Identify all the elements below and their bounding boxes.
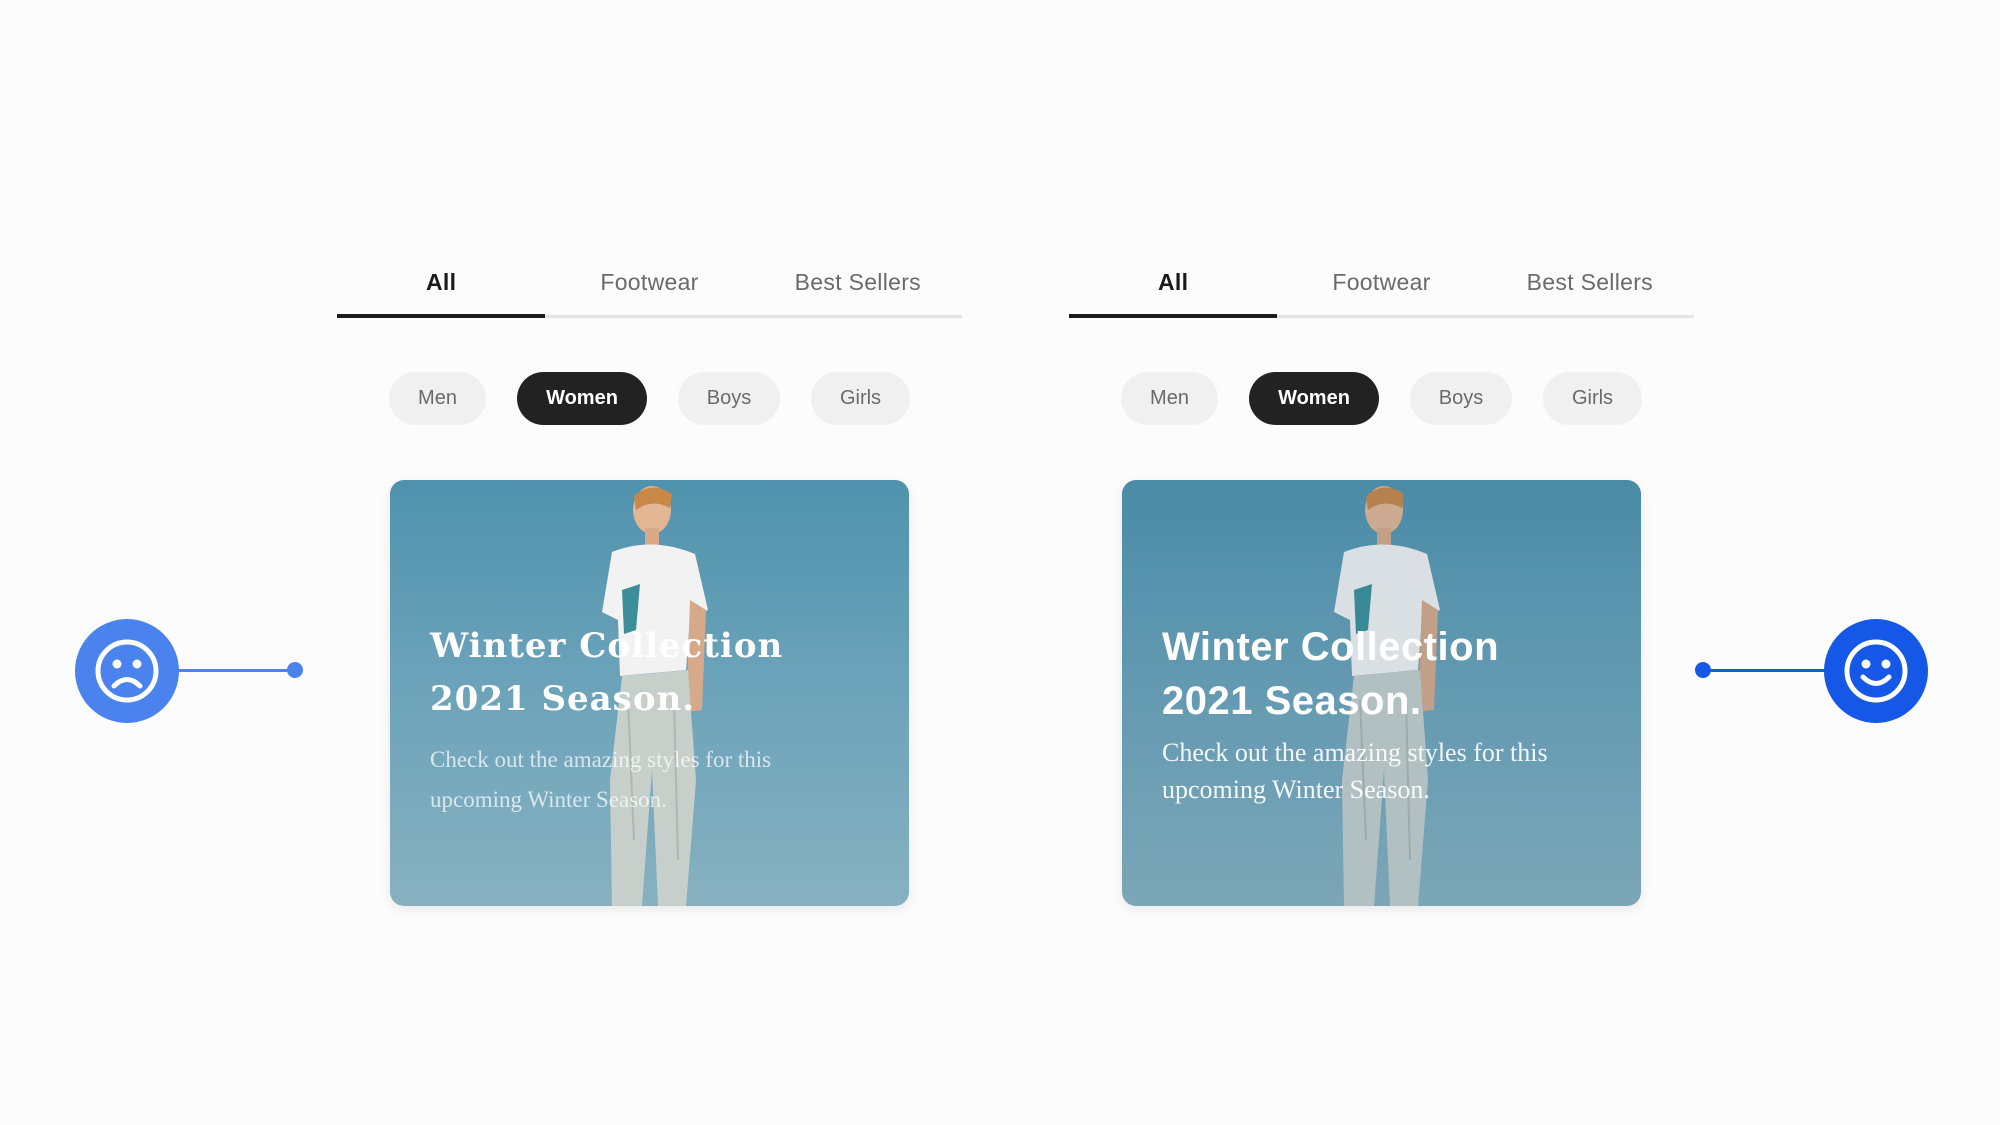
left-panel: All Footwear Best Sellers Men Women Boys… bbox=[337, 250, 962, 906]
tab-footwear[interactable]: Footwear bbox=[545, 250, 753, 315]
connector-line bbox=[175, 669, 295, 672]
chip-boys[interactable]: Boys bbox=[1410, 372, 1512, 425]
promo-card[interactable]: Winter Collection 2021 Season. Check out… bbox=[1122, 480, 1641, 906]
connector-dot bbox=[1695, 662, 1711, 678]
tab-footwear[interactable]: Footwear bbox=[1277, 250, 1485, 315]
connector-line bbox=[1707, 669, 1827, 672]
tab-all[interactable]: All bbox=[337, 250, 546, 318]
sad-face-icon bbox=[75, 619, 179, 723]
chip-boys[interactable]: Boys bbox=[678, 372, 780, 425]
right-panel: All Footwear Best Sellers Men Women Boys… bbox=[1069, 250, 1694, 906]
chip-girls[interactable]: Girls bbox=[1543, 372, 1642, 425]
card-title-line-2: 2021 Season. bbox=[430, 679, 696, 719]
card-description-line-1: Check out the amazing styles for this bbox=[1162, 738, 1548, 767]
card-description-line-2: upcoming Winter Season. bbox=[430, 787, 667, 812]
card-description: Check out the amazing styles for this up… bbox=[430, 740, 850, 820]
card-text: Winter Collection 2021 Season. Check out… bbox=[1162, 620, 1582, 808]
chip-women[interactable]: Women bbox=[1249, 372, 1379, 425]
category-tabs: All Footwear Best Sellers bbox=[337, 250, 962, 318]
filter-chips: Men Women Boys Girls bbox=[337, 372, 962, 425]
chip-girls[interactable]: Girls bbox=[811, 372, 910, 425]
tab-best-sellers[interactable]: Best Sellers bbox=[754, 250, 962, 315]
tab-best-sellers[interactable]: Best Sellers bbox=[1486, 250, 1694, 315]
happy-face-icon bbox=[1824, 619, 1928, 723]
card-title-line-1: Winter Collection bbox=[430, 626, 784, 666]
promo-card[interactable]: Winter Collection 2021 Season. Check out… bbox=[390, 480, 909, 906]
tab-all[interactable]: All bbox=[1069, 250, 1278, 318]
category-tabs: All Footwear Best Sellers bbox=[1069, 250, 1694, 318]
chip-women[interactable]: Women bbox=[517, 372, 647, 425]
comparison-stage: All Footwear Best Sellers Men Women Boys… bbox=[0, 0, 2000, 1125]
chip-men[interactable]: Men bbox=[1121, 372, 1218, 425]
card-title-line-2: 2021 Season. bbox=[1162, 679, 1422, 723]
card-title-line-1: Winter Collection bbox=[1162, 625, 1500, 669]
card-description-line-2: upcoming Winter Season. bbox=[1162, 775, 1430, 804]
card-description: Check out the amazing styles for this up… bbox=[1162, 734, 1582, 808]
connector-dot bbox=[287, 662, 303, 678]
filter-chips: Men Women Boys Girls bbox=[1069, 372, 1694, 425]
card-description-line-1: Check out the amazing styles for this bbox=[430, 747, 772, 772]
card-text: Winter Collection 2021 Season. Check out… bbox=[430, 620, 850, 820]
chip-men[interactable]: Men bbox=[389, 372, 486, 425]
